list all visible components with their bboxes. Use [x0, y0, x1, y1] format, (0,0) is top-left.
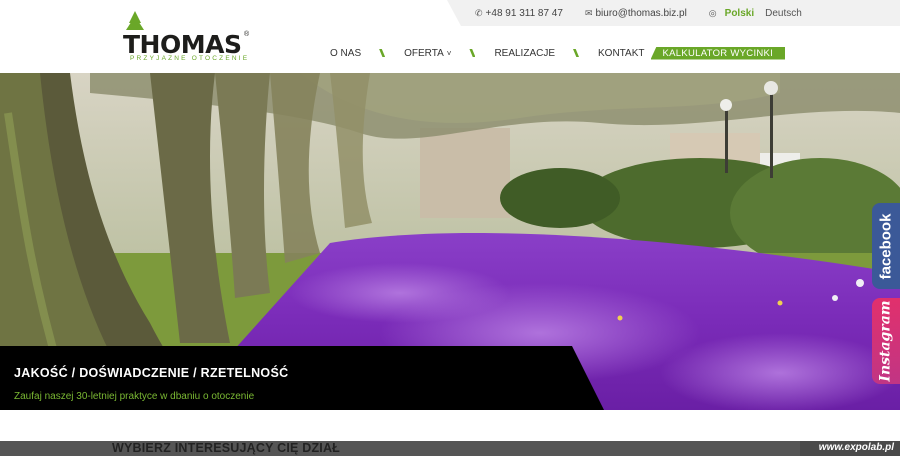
logo-tagline: PRZYJAZNE OTOCZENIE — [130, 55, 250, 62]
watermark-text: www.expolab.pl — [818, 442, 894, 453]
main-navigation: O NAS OFERTA ˅ REALIZACJE KONTAKT KALKULA… — [330, 45, 786, 61]
site-logo[interactable]: THOMAS ® PRZYJAZNE OTOCZENIE — [123, 11, 251, 65]
email-link[interactable]: ✉ biuro@thomas.biz.pl — [585, 8, 687, 19]
envelope-icon: ✉ — [584, 7, 593, 18]
nav-item-oferta[interactable]: OFERTA ˅ — [404, 48, 451, 59]
calculator-button[interactable]: KALKULATOR WYCINKI — [650, 46, 786, 60]
instagram-tab[interactable]: Instagram — [872, 298, 900, 384]
logo-registered-mark: ® — [244, 31, 250, 38]
facebook-tab[interactable]: facebook — [872, 203, 900, 289]
nav-separator — [469, 49, 476, 57]
tree-logo-icon — [126, 11, 144, 30]
instagram-label: Instagram — [878, 300, 895, 382]
hero-subline: Zaufaj naszej 30-letniej praktyce w dban… — [14, 391, 255, 402]
language-polish[interactable]: Polski — [725, 8, 754, 19]
nav-item-o-nas[interactable]: O NAS — [330, 48, 361, 59]
section-title: WYBIERZ INTERESUJĄCY CIĘ DZIAŁ — [112, 441, 341, 455]
hero-headline: JAKOŚĆ / DOŚWIADCZENIE / RZETELNOŚĆ — [14, 366, 289, 380]
hero-caption: JAKOŚĆ / DOŚWIADCZENIE / RZETELNOŚĆ Zauf… — [0, 346, 604, 410]
top-contact-bar: ✆ +48 91 311 87 47 ✉ biuro@thomas.biz.pl… — [447, 0, 900, 26]
chevron-down-icon: ˅ — [446, 48, 452, 58]
nav-separator — [379, 49, 386, 57]
nav-separator — [573, 49, 580, 57]
phone-icon: ✆ — [475, 7, 483, 18]
phone-link[interactable]: ✆ +48 91 311 87 47 — [475, 8, 563, 19]
language-german[interactable]: Deutsch — [765, 8, 802, 19]
facebook-label: facebook — [877, 213, 895, 279]
phone-number: +48 91 311 87 47 — [485, 7, 563, 19]
email-address: biuro@thomas.biz.pl — [595, 7, 687, 19]
language-switcher: ◎ Polski Deutsch — [709, 8, 802, 19]
nav-item-realizacje[interactable]: REALIZACJE — [494, 48, 555, 59]
globe-icon: ◎ — [708, 7, 717, 18]
nav-item-kontakt[interactable]: KONTAKT — [598, 48, 644, 59]
nav-item-oferta-label: OFERTA — [404, 47, 444, 59]
